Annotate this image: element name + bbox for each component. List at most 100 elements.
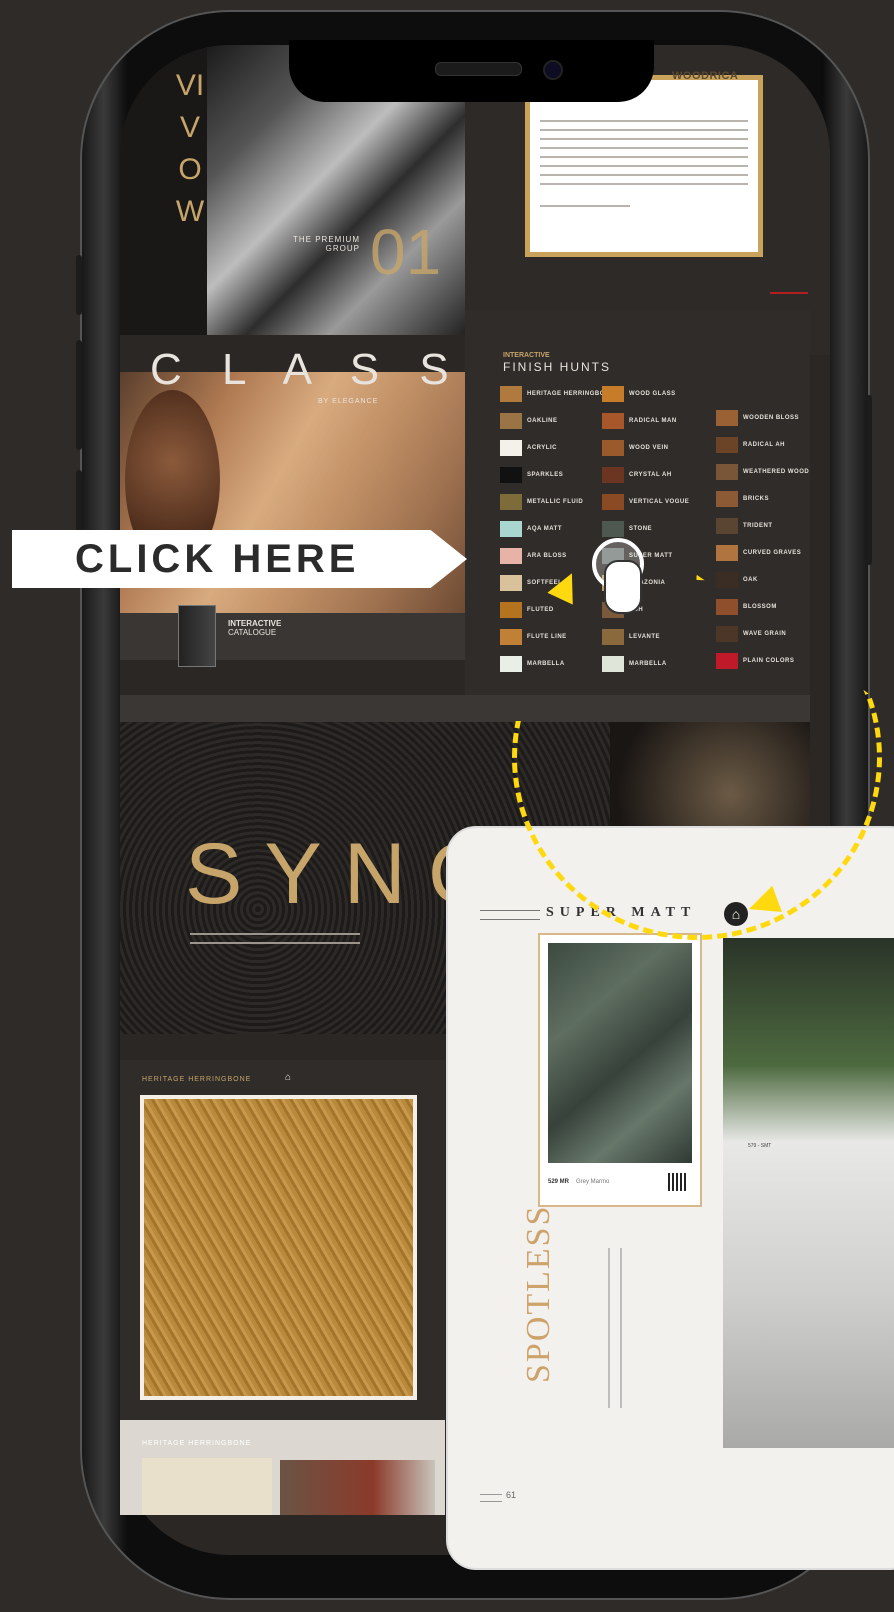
swatch-label: FLUTED — [527, 607, 554, 613]
swatch-label: WOODEN BLOSS — [743, 415, 800, 421]
phone-power-button — [866, 395, 872, 565]
swatch-item[interactable]: TRIDENT — [716, 518, 773, 534]
swatch-item[interactable]: FLUTED — [500, 602, 554, 618]
swatch-item[interactable]: WOOD VEIN — [602, 440, 669, 456]
page-number: 61 — [506, 1490, 517, 1500]
swatch-item[interactable]: WOOD GLASS — [602, 386, 676, 402]
sample-code: 529 MR — [548, 1179, 570, 1185]
swatch-color — [716, 437, 738, 453]
vertical-text-line-1 — [608, 1248, 610, 1408]
swatch-item[interactable]: HERITAGE HERRINGBONE — [500, 386, 614, 402]
sample-card[interactable]: 529 MR Grey Marmo — [538, 933, 702, 1207]
swatch-color — [500, 413, 522, 429]
swatch-label: OAKLINE — [527, 418, 558, 424]
swatch-item[interactable]: WEATHERED WOOD — [716, 464, 809, 480]
swatch-item[interactable]: CRYSTAL AH — [602, 467, 672, 483]
brand-logo: WOODRICA — [672, 70, 739, 82]
swatch-item[interactable]: ACRYLIC — [500, 440, 557, 456]
swatch-label: MARBELLA — [527, 661, 565, 667]
swatch-item[interactable]: OAK — [716, 572, 758, 588]
swatch-item[interactable]: RADICAL MAN — [602, 413, 677, 429]
marble-sample — [548, 943, 692, 1163]
swatch-color — [500, 440, 522, 456]
qr-code-icon[interactable] — [668, 1173, 686, 1191]
page-rule — [480, 1494, 502, 1502]
swatch-label: VERTICAL VOGUE — [629, 499, 690, 505]
swatch-color — [602, 386, 624, 402]
heritage-title-2: HERITAGE HERRINGBONE — [142, 1440, 252, 1447]
swatch-color — [716, 464, 738, 480]
swatch-item[interactable]: OAKLINE — [500, 413, 558, 429]
swatch-label: WOOD VEIN — [629, 445, 669, 451]
image-code: 579 - SMT — [748, 1143, 772, 1149]
interior-photo — [723, 938, 894, 1448]
swatch-label: FLUTE LINE — [527, 634, 567, 640]
swatch-item[interactable]: BRICKS — [716, 491, 769, 507]
swatch-label: ACRYLIC — [527, 445, 557, 451]
vivow-number: 01 — [370, 216, 442, 288]
swatch-color — [716, 518, 738, 534]
swatch-item[interactable]: MARBELLA — [500, 656, 565, 672]
swatch-color — [716, 572, 738, 588]
swatch-label: STONE — [629, 526, 653, 532]
catalogue-label: INTERACTIVE — [228, 619, 282, 628]
heritage-interior — [280, 1460, 435, 1515]
swatch-color — [602, 494, 624, 510]
phone-mute-switch — [76, 255, 82, 315]
brand-card[interactable] — [525, 75, 763, 257]
swatch-label: RADICAL MAN — [629, 418, 677, 424]
swatch-color — [602, 440, 624, 456]
swatch-color — [716, 545, 738, 561]
sample-name: Grey Marmo — [576, 1179, 610, 1185]
swatch-color — [500, 629, 522, 645]
home-icon-small[interactable]: ⌂ — [285, 1072, 291, 1083]
swatch-color — [602, 629, 624, 645]
swatch-color — [500, 602, 522, 618]
heritage-panel-2[interactable]: HERITAGE HERRINGBONE — [120, 1420, 445, 1515]
swatch-color — [602, 467, 624, 483]
swatch-label: BRICKS — [743, 496, 770, 502]
swatch-item[interactable]: VERTICAL VOGUE — [602, 494, 689, 510]
swatch-label: ARA BLOSS — [527, 553, 567, 559]
super-matt-page[interactable]: SUPER MATT ⌂ 529 MR Grey Marmo 579 - SMT… — [448, 828, 894, 1568]
swatch-label: WOOD GLASS — [629, 391, 676, 397]
class-subtitle: BY ELEGANCE — [318, 398, 379, 405]
swatch-label: AQA MATT — [527, 526, 562, 532]
swatch-label: OAK — [743, 577, 758, 583]
swatch-item[interactable]: METALLIC FLUID — [500, 494, 583, 510]
class-title: C L A S S — [150, 345, 463, 394]
catalogue-thumbnail — [178, 605, 216, 667]
catalogue-title: CATALOGUE — [228, 628, 277, 637]
swatch-label: CRYSTAL AH — [629, 472, 672, 478]
swatch-item[interactable]: FLUTE LINE — [500, 629, 567, 645]
swatch-item[interactable]: AQA MATT — [500, 521, 562, 537]
swatch-label: BLOSSOM — [743, 604, 777, 610]
swatch-item[interactable]: SPARKLES — [500, 467, 563, 483]
swatch-color — [500, 386, 522, 402]
click-here-label[interactable]: CLICK HERE — [75, 537, 359, 582]
phone-volume-up — [76, 340, 82, 450]
vertical-text-line-2 — [620, 1248, 622, 1408]
swatch-item[interactable]: WOODEN BLOSS — [716, 410, 799, 426]
swatch-color — [500, 575, 522, 591]
vertical-title: SPOTLESS — [520, 1204, 557, 1384]
swatch-item[interactable]: LEVANTE — [602, 629, 660, 645]
title-rule — [480, 910, 540, 920]
swatch-item[interactable]: CURVED GRAVES — [716, 545, 801, 561]
hand-pointer-icon — [604, 560, 642, 614]
swatch-label: CURVED GRAVES — [743, 550, 802, 556]
swatch-color — [500, 494, 522, 510]
catalogue-bar[interactable]: INTERACTIVE CATALOGUE — [120, 605, 465, 667]
swatch-color — [500, 467, 522, 483]
swatch-color — [602, 656, 624, 672]
swatch-label: LEVANTE — [629, 634, 661, 640]
swatch-color — [500, 521, 522, 537]
sync-text-line-2 — [190, 942, 360, 944]
swatch-item[interactable]: RADICAL AH — [716, 437, 785, 453]
swatch-color — [716, 410, 738, 426]
swatch-color — [602, 521, 624, 537]
swatch-item[interactable]: ARA BLOSS — [500, 548, 567, 564]
swatch-color — [500, 548, 522, 564]
swatch-color — [716, 491, 738, 507]
swatch-item[interactable]: STONE — [602, 521, 652, 537]
